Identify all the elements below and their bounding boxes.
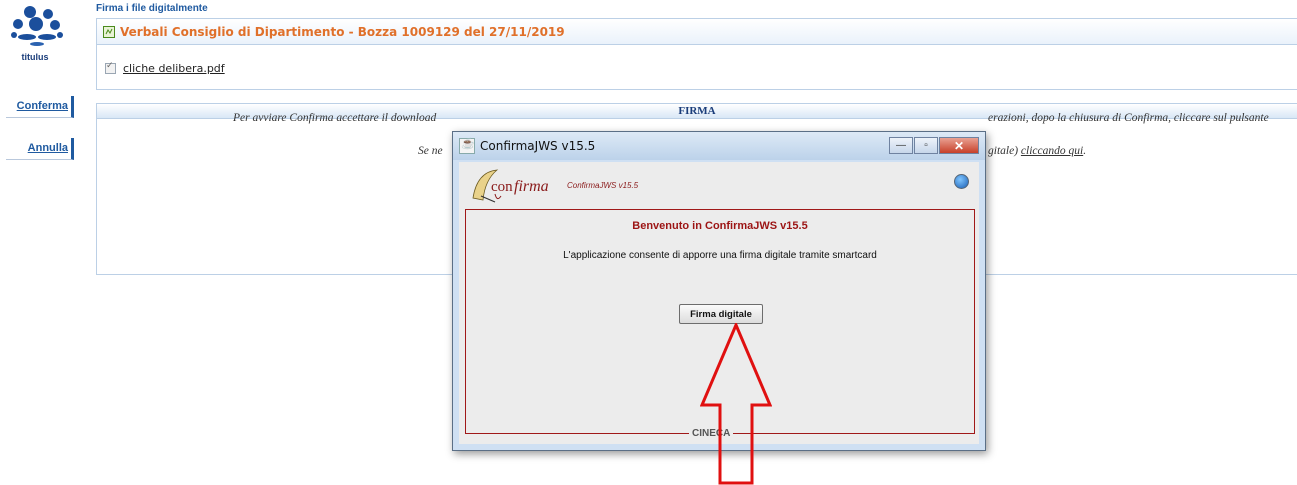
firma-digitale-button[interactable]: Firma digitale <box>679 304 763 324</box>
dialog-title: ConfirmaJWS v15.5 <box>480 139 596 153</box>
file-link[interactable]: cliche delibera.pdf <box>123 62 225 75</box>
file-row: cliche delibera.pdf <box>105 60 225 75</box>
instruction-line2-right: gitale) cliccando qui. <box>988 145 1086 157</box>
logo-strip: con firma ConfirmaJWS v15.5 <box>459 162 979 208</box>
document-icon <box>103 25 115 38</box>
annulla-button[interactable]: Annulla <box>6 138 74 160</box>
red-arrow-annotation <box>700 323 772 485</box>
confirma-logo: con firma <box>472 169 549 203</box>
cliccando-qui-link[interactable]: cliccando qui <box>1021 145 1083 157</box>
document-header: Verbali Consiglio di Dipartimento - Bozz… <box>97 19 1297 45</box>
instruction-line2-end: . <box>1083 145 1087 157</box>
maximize-button[interactable]: ▫ <box>914 137 938 154</box>
document-panel: Verbali Consiglio di Dipartimento - Bozz… <box>96 18 1297 90</box>
instruction-line1-left: Per avviare Confirma accettare il downlo… <box>233 112 437 124</box>
instruction-line2-text: gitale) <box>988 145 1019 157</box>
svg-text:firma: firma <box>514 178 549 195</box>
file-checkbox[interactable] <box>105 60 116 74</box>
description-text: L'applicazione consente di apporre una f… <box>563 250 877 261</box>
close-button[interactable]: ✕ <box>939 137 979 154</box>
svg-text:con: con <box>491 179 513 195</box>
logo-version: ConfirmaJWS v15.5 <box>567 181 639 190</box>
logo-caption: titulus <box>21 52 49 62</box>
minimize-button[interactable]: — <box>889 137 913 154</box>
java-icon <box>459 137 475 154</box>
instruction-line1-right: erazioni, dopo la chiusura di Confirma, … <box>988 112 1269 124</box>
welcome-text: Benvenuto in ConfirmaJWS v15.5 <box>632 220 808 232</box>
globe-icon[interactable] <box>954 174 969 189</box>
section-title: Firma i file digitalmente <box>96 3 208 14</box>
conferma-button[interactable]: Conferma <box>6 96 74 118</box>
document-title: Verbali Consiglio di Dipartimento - Bozz… <box>120 24 565 39</box>
dialog-titlebar[interactable]: ConfirmaJWS v15.5 — ▫ ✕ <box>453 132 985 160</box>
instruction-line2-left: Se ne <box>418 145 443 157</box>
window-controls: — ▫ ✕ <box>888 137 979 154</box>
